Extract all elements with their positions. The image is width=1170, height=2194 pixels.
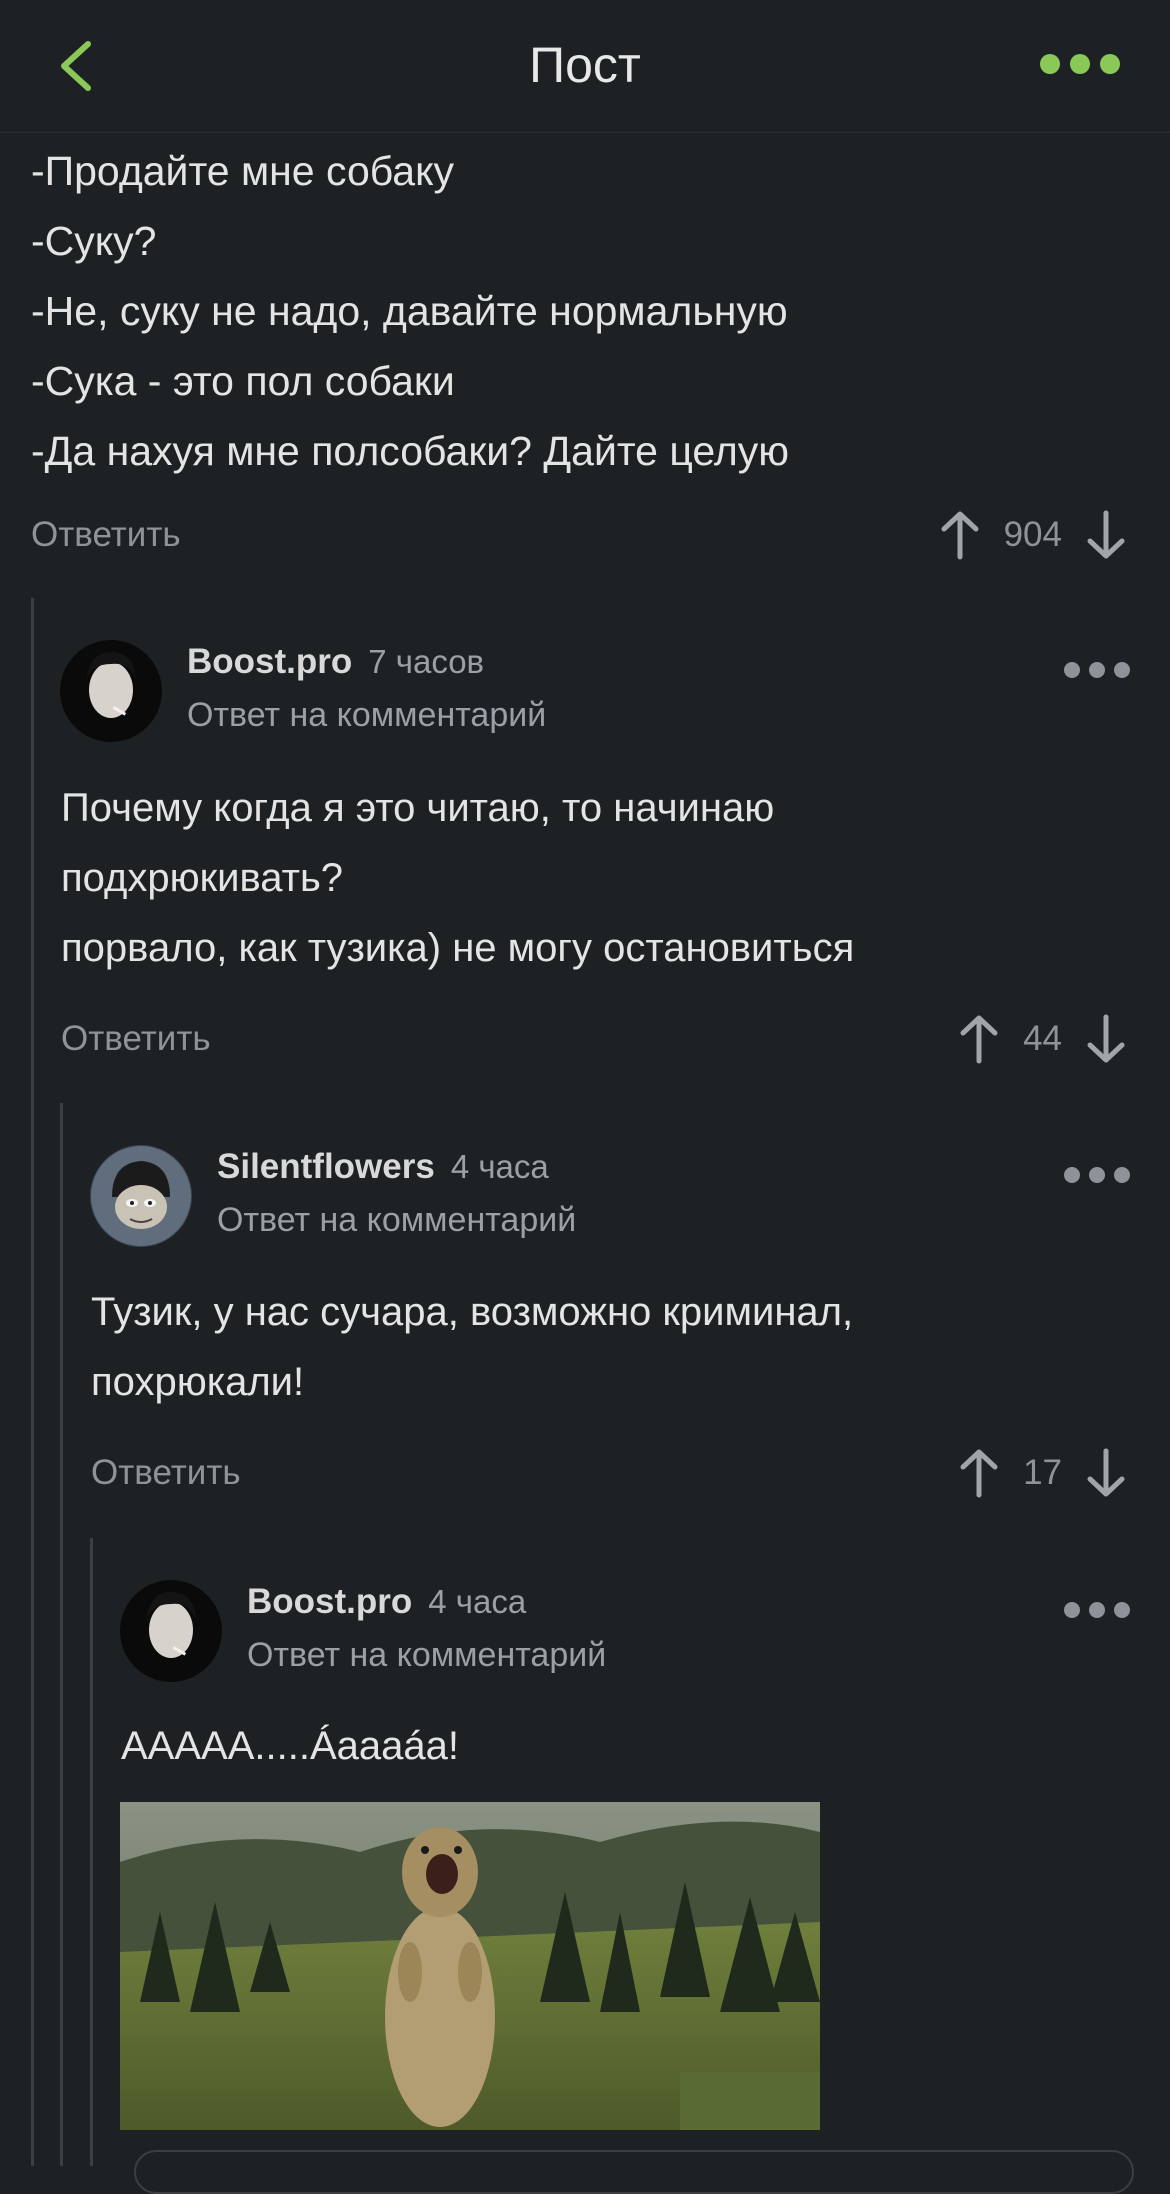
top-bar: Пост (0, 0, 1170, 133)
comment-time: 7 часов (368, 643, 485, 680)
comment-line: Почему когда я это читаю, то начинаю (61, 786, 775, 830)
thread-line (31, 598, 34, 2166)
upvote-icon[interactable] (938, 509, 982, 561)
comment-line: подхрюкивать? (61, 856, 344, 900)
page-title: Пост (529, 37, 641, 93)
vote-count: 904 (1003, 515, 1062, 554)
comment-time: 4 часа (428, 1583, 527, 1620)
comment-body: Почему когда я это читаю, то начинаю под… (61, 773, 854, 983)
reply-to-label[interactable]: Ответ на комментарий (187, 696, 546, 735)
upvote-icon[interactable] (957, 1447, 1001, 1499)
comment-line: похрюкали! (91, 1360, 305, 1404)
post-line: -Да нахуя мне полсобаки? Дайте целую (31, 428, 789, 474)
more-dots-icon[interactable] (1040, 54, 1120, 74)
comment-body: ААААА.....Áаааáа! (121, 1711, 459, 1781)
avatar[interactable] (60, 640, 162, 742)
vote-count: 17 (1023, 1453, 1062, 1492)
post-line: -Сука - это пол собаки (31, 358, 455, 404)
comment-author[interactable]: Boost.pro 4 часа (247, 1582, 526, 1622)
downvote-icon[interactable] (1084, 509, 1128, 561)
comment-actions: Ответить 17 (0, 1443, 1170, 1503)
upvote-icon[interactable] (957, 1013, 1001, 1065)
comment-input-bar[interactable] (134, 2150, 1134, 2194)
reply-to-label[interactable]: Ответ на комментарий (217, 1201, 576, 1240)
comment-line: порвало, как тузика) не могу остановитьс… (61, 926, 855, 970)
comment-header: Boost.pro 7 часов Ответ на комментарий (60, 640, 1130, 750)
post-line: -Продайте мне собаку (31, 148, 454, 194)
thread-line (90, 1538, 93, 2166)
downvote-icon[interactable] (1084, 1447, 1128, 1499)
reply-button[interactable]: Ответить (91, 1443, 241, 1503)
avatar[interactable] (90, 1145, 192, 1247)
more-dots-icon[interactable] (1064, 662, 1130, 678)
post-line: -Не, суку не надо, давайте нормальную (31, 288, 788, 334)
reply-button[interactable]: Ответить (61, 1009, 211, 1069)
vote-widget: 17 (957, 1443, 1128, 1503)
vote-widget: 904 (938, 505, 1128, 565)
avatar[interactable] (120, 1580, 222, 1682)
vote-widget: 44 (957, 1009, 1128, 1069)
comment-header: Silentflowers 4 часа Ответ на комментарий (90, 1145, 1130, 1255)
comment-image[interactable] (120, 1802, 820, 2130)
comment-actions: Ответить 44 (0, 1009, 1170, 1069)
comment-author[interactable]: Boost.pro 7 часов (187, 642, 484, 682)
more-dots-icon[interactable] (1064, 1167, 1130, 1183)
thread-line (60, 1103, 63, 2166)
post-actions: Ответить 904 (0, 505, 1170, 565)
comment-body: Тузик, у нас сучара, возможно криминал, … (91, 1277, 853, 1417)
vote-count: 44 (1023, 1019, 1062, 1058)
more-dots-icon[interactable] (1064, 1602, 1130, 1618)
comment-line: ААААА.....Áаааáа! (121, 1724, 459, 1768)
comment-header: Boost.pro 4 часа Ответ на комментарий (120, 1580, 1130, 1690)
post-body: -Продайте мне собаку -Суку? -Не, суку не… (31, 136, 789, 486)
comment-time: 4 часа (450, 1148, 549, 1185)
reply-button[interactable]: Ответить (31, 505, 181, 565)
reply-to-label[interactable]: Ответ на комментарий (247, 1636, 606, 1675)
post-line: -Суку? (31, 218, 157, 264)
comment-line: Тузик, у нас сучара, возможно криминал, (91, 1290, 854, 1334)
downvote-icon[interactable] (1084, 1013, 1128, 1065)
comment-author[interactable]: Silentflowers 4 часа (217, 1147, 549, 1187)
